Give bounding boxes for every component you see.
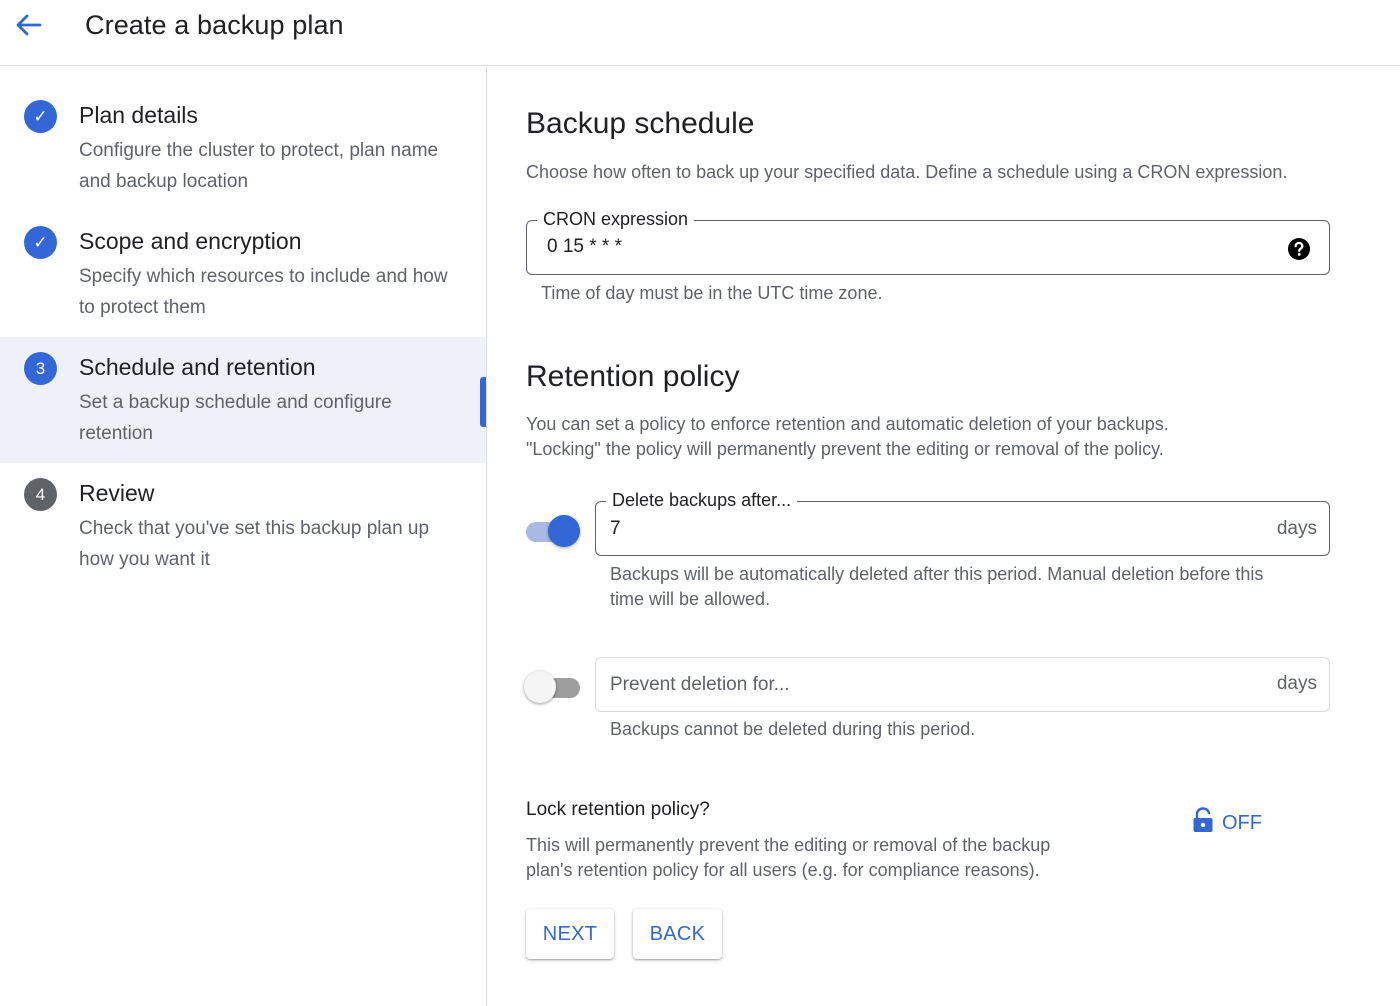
- step-review[interactable]: 4 Review Check that you've set this back…: [0, 463, 486, 589]
- lock-policy-description-line2: plan's retention policy for all users (e…: [526, 860, 1040, 880]
- check-icon: ✓: [24, 100, 57, 133]
- step-title: Review: [79, 480, 155, 506]
- cron-expression-field[interactable]: CRON expression 0 15 * * *: [526, 209, 1330, 275]
- prevent-deletion-hint: Backups cannot be deleted during this pe…: [610, 719, 976, 739]
- prevent-deletion-input[interactable]: Prevent deletion for...: [610, 674, 790, 696]
- lock-policy-toggle[interactable]: OFF: [1192, 807, 1262, 839]
- retention-description-line2: "Locking" the policy will permanently pr…: [526, 439, 1164, 459]
- toggle-knob: [548, 515, 580, 547]
- lock-policy-title: Lock retention policy?: [526, 799, 710, 820]
- app-header: Create a backup plan: [0, 0, 1400, 66]
- delete-after-label: Delete backups after...: [606, 490, 798, 511]
- help-circle-icon[interactable]: [1287, 237, 1311, 261]
- step-description: Set a backup schedule and configure rete…: [79, 392, 392, 444]
- step-description: Configure the cluster to protect, plan n…: [79, 140, 439, 192]
- prevent-deletion-toggle[interactable]: [524, 670, 582, 704]
- prevent-deletion-field[interactable]: Prevent deletion for... days: [595, 657, 1330, 712]
- delete-after-hint-line1: Backups will be automatically deleted af…: [610, 564, 1264, 584]
- next-button[interactable]: NEXT: [526, 909, 614, 959]
- delete-after-input[interactable]: 7: [610, 518, 621, 540]
- cron-hint: Time of day must be in the UTC time zone…: [541, 283, 883, 303]
- prevent-deletion-unit: days: [1276, 673, 1317, 694]
- delete-after-hint-line2: time will be allowed.: [610, 589, 771, 609]
- step-title: Scope and encryption: [79, 228, 302, 254]
- check-icon: ✓: [24, 226, 57, 259]
- page-title: Create a backup plan: [85, 10, 344, 40]
- stepper-sidebar: ✓ Plan details Configure the cluster to …: [0, 67, 487, 1006]
- back-arrow-icon[interactable]: [12, 8, 46, 42]
- back-button[interactable]: BACK: [633, 909, 722, 959]
- step-number-badge: 4: [24, 478, 57, 511]
- backup-schedule-description: Choose how often to back up your specifi…: [526, 162, 1288, 182]
- toggle-knob: [524, 671, 556, 703]
- cron-expression-label: CRON expression: [537, 209, 695, 230]
- step-number-badge: 3: [24, 352, 57, 385]
- step-description: Check that you've set this backup plan u…: [79, 518, 430, 570]
- step-schedule-retention[interactable]: 3 Schedule and retention Set a backup sc…: [0, 337, 486, 463]
- backup-schedule-heading: Backup schedule: [526, 107, 755, 140]
- delete-after-unit: days: [1276, 518, 1317, 539]
- step-description: Specify which resources to include and h…: [79, 266, 448, 318]
- step-title: Schedule and retention: [79, 354, 316, 380]
- delete-after-field[interactable]: Delete backups after... 7 days: [595, 490, 1330, 556]
- step-plan-details[interactable]: ✓ Plan details Configure the cluster to …: [0, 85, 486, 211]
- delete-after-toggle[interactable]: [524, 514, 582, 548]
- active-step-indicator-bar: [480, 377, 486, 427]
- retention-policy-heading: Retention policy: [526, 360, 740, 393]
- cron-expression-input[interactable]: 0 15 * * *: [547, 236, 622, 258]
- retention-description-line1: You can set a policy to enforce retentio…: [526, 414, 1169, 434]
- lock-policy-state: OFF: [1222, 811, 1262, 834]
- lock-open-icon: [1192, 807, 1214, 839]
- main-content: Backup schedule Choose how often to back…: [488, 67, 1400, 1006]
- step-title: Plan details: [79, 102, 198, 128]
- step-scope-encryption[interactable]: ✓ Scope and encryption Specify which res…: [0, 211, 486, 337]
